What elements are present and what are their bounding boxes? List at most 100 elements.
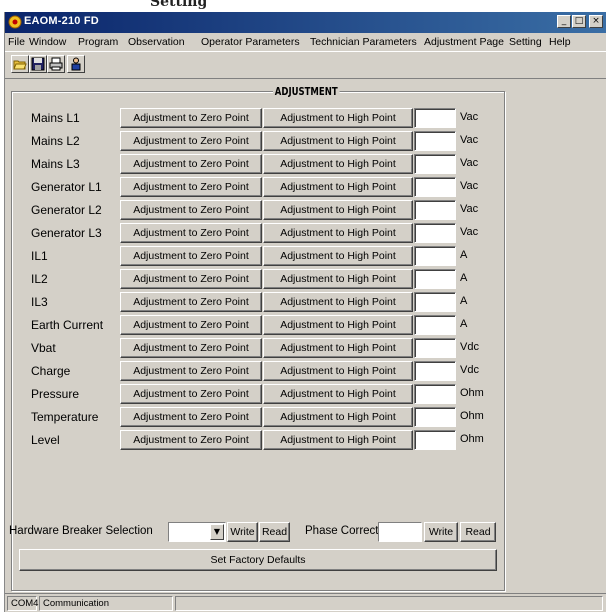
zero-point-button[interactable]: Adjustment to Zero Point (120, 131, 262, 151)
unit-label: Ohm (460, 433, 484, 445)
unit-label: Vac (460, 111, 479, 123)
row-label: Earth Current (31, 318, 104, 332)
high-point-button[interactable]: Adjustment to High Point (263, 384, 413, 404)
zero-point-button[interactable]: Adjustment to Zero Point (120, 108, 262, 128)
phase-write-button[interactable]: Write (424, 522, 458, 542)
unit-label: A (460, 272, 468, 284)
hardware-breaker-select[interactable]: ▼ (168, 522, 226, 542)
high-point-button[interactable]: Adjustment to High Point (263, 361, 413, 381)
value-field[interactable] (414, 338, 456, 358)
user-button[interactable] (67, 55, 85, 73)
zero-point-button[interactable]: Adjustment to Zero Point (120, 200, 262, 220)
row-label: Charge (31, 364, 71, 378)
close-button[interactable]: × (589, 15, 603, 28)
high-point-button[interactable]: Adjustment to High Point (263, 338, 413, 358)
app-window: EAOM-210 FD _ □ × File Window Program Ob… (4, 12, 606, 612)
menu-help[interactable]: Help (549, 36, 571, 48)
hardware-write-button[interactable]: Write (227, 522, 258, 542)
high-point-button[interactable]: Adjustment to High Point (263, 154, 413, 174)
value-field[interactable] (414, 292, 456, 312)
row-label: Mains L1 (31, 111, 80, 125)
menu-observation[interactable]: Observation (128, 36, 185, 48)
zero-point-button[interactable]: Adjustment to Zero Point (120, 223, 262, 243)
high-point-button[interactable]: Adjustment to High Point (263, 315, 413, 335)
unit-label: Vac (460, 203, 479, 215)
hardware-read-button[interactable]: Read (259, 522, 290, 542)
print-button[interactable] (47, 55, 65, 73)
unit-label: Vdc (460, 364, 479, 376)
menu-bar: File Window Program Observation Operator… (5, 33, 606, 51)
unit-label: A (460, 249, 468, 261)
zero-point-button[interactable]: Adjustment to Zero Point (120, 384, 262, 404)
unit-label: A (460, 295, 468, 307)
high-point-button[interactable]: Adjustment to High Point (263, 200, 413, 220)
unit-label: Vdc (460, 341, 479, 353)
unit-label: Vac (460, 157, 479, 169)
value-field[interactable] (414, 430, 456, 450)
zero-point-button[interactable]: Adjustment to Zero Point (120, 430, 262, 450)
zero-point-button[interactable]: Adjustment to Zero Point (120, 177, 262, 197)
unit-label: Vac (460, 134, 479, 146)
open-folder-icon (13, 60, 27, 70)
menu-adjustment-page[interactable]: Adjustment Page (424, 36, 504, 48)
minimize-button[interactable]: _ (557, 15, 571, 28)
zero-point-button[interactable]: Adjustment to Zero Point (120, 246, 262, 266)
value-field[interactable] (414, 177, 456, 197)
value-field[interactable] (414, 246, 456, 266)
status-text: Communication (39, 596, 173, 611)
zero-point-button[interactable]: Adjustment to Zero Point (120, 292, 262, 312)
high-point-button[interactable]: Adjustment to High Point (263, 131, 413, 151)
menu-program[interactable]: Program (78, 36, 118, 48)
menu-file[interactable]: File (8, 36, 25, 48)
high-point-button[interactable]: Adjustment to High Point (263, 246, 413, 266)
open-button[interactable] (11, 55, 29, 73)
row-label: IL3 (31, 295, 48, 309)
menu-window[interactable]: Window (29, 36, 66, 48)
high-point-button[interactable]: Adjustment to High Point (263, 292, 413, 312)
zero-point-button[interactable]: Adjustment to Zero Point (120, 338, 262, 358)
title-bar[interactable]: EAOM-210 FD _ □ × (5, 12, 606, 33)
zero-point-button[interactable]: Adjustment to Zero Point (120, 361, 262, 381)
phase-read-button[interactable]: Read (460, 522, 496, 542)
row-label: Mains L2 (31, 134, 80, 148)
high-point-button[interactable]: Adjustment to High Point (263, 177, 413, 197)
menu-setting[interactable]: Setting (509, 36, 542, 48)
save-button[interactable] (29, 55, 47, 73)
row-label: Vbat (31, 341, 56, 355)
row-label: Generator L2 (31, 203, 102, 217)
maximize-button[interactable]: □ (572, 15, 586, 28)
hardware-breaker-label: Hardware Breaker Selection (9, 525, 153, 537)
chevron-down-icon[interactable]: ▼ (210, 524, 224, 540)
zero-point-button[interactable]: Adjustment to Zero Point (120, 269, 262, 289)
high-point-button[interactable]: Adjustment to High Point (263, 430, 413, 450)
unit-label: Ohm (460, 410, 484, 422)
set-factory-defaults-button[interactable]: Set Factory Defaults (19, 549, 497, 571)
zero-point-button[interactable]: Adjustment to Zero Point (120, 315, 262, 335)
row-label: IL2 (31, 272, 48, 286)
phase-correction-field[interactable] (378, 522, 422, 542)
high-point-button[interactable]: Adjustment to High Point (263, 223, 413, 243)
save-disk-icon (31, 57, 45, 71)
value-field[interactable] (414, 361, 456, 381)
value-field[interactable] (414, 154, 456, 174)
value-field[interactable] (414, 384, 456, 404)
value-field[interactable] (414, 223, 456, 243)
value-field[interactable] (414, 407, 456, 427)
high-point-button[interactable]: Adjustment to High Point (263, 269, 413, 289)
value-field[interactable] (414, 131, 456, 151)
zero-point-button[interactable]: Adjustment to Zero Point (120, 154, 262, 174)
high-point-button[interactable]: Adjustment to High Point (263, 108, 413, 128)
unit-label: Ohm (460, 387, 484, 399)
zero-point-button[interactable]: Adjustment to Zero Point (120, 407, 262, 427)
menu-technician-parameters[interactable]: Technician Parameters (310, 36, 417, 48)
row-label: Temperature (31, 410, 99, 424)
high-point-button[interactable]: Adjustment to High Point (263, 407, 413, 427)
print-icon (49, 57, 63, 71)
value-field[interactable] (414, 315, 456, 335)
row-label: Generator L3 (31, 226, 102, 240)
value-field[interactable] (414, 200, 456, 220)
user-icon (71, 57, 81, 71)
value-field[interactable] (414, 108, 456, 128)
menu-operator-parameters[interactable]: Operator Parameters (201, 36, 300, 48)
value-field[interactable] (414, 269, 456, 289)
